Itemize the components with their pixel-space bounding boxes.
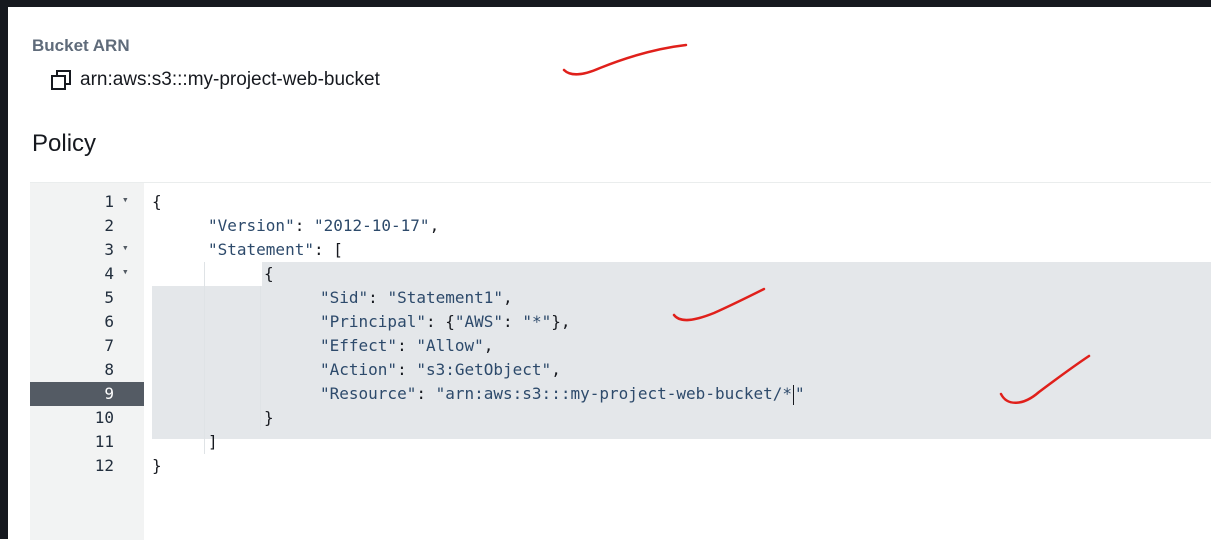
line-number-text: 3 <box>104 240 114 259</box>
json-string: "Statement1" <box>387 288 504 307</box>
json-key: "Version" <box>208 216 295 235</box>
json-punctuation: { <box>152 192 162 211</box>
json-punctuation: } <box>264 408 274 427</box>
json-key: "Sid" <box>320 288 369 307</box>
line-number-text: 10 <box>94 408 114 427</box>
copy-icon[interactable] <box>50 69 72 91</box>
json-key: "Principal" <box>320 312 426 331</box>
bucket-arn-value: arn:aws:s3:::my-project-web-bucket <box>80 69 380 90</box>
json-punctuation: : <box>368 288 388 307</box>
code-line[interactable]: } <box>264 408 274 432</box>
json-punctuation: : { <box>425 312 455 331</box>
json-punctuation: : <box>416 384 436 403</box>
fold-toggle-icon[interactable]: ▾ <box>122 241 129 254</box>
line-number: 1 ▾ <box>30 190 144 214</box>
line-number: 5 <box>30 286 144 310</box>
json-punctuation: , <box>503 288 513 307</box>
code-line[interactable]: "Effect": "Allow", <box>320 336 493 360</box>
line-number: 3 ▾ <box>30 238 144 262</box>
line-number: 11 <box>30 430 144 454</box>
json-punctuation: , <box>551 360 561 379</box>
bucket-arn-label: Bucket ARN <box>32 36 130 55</box>
json-string: "*" <box>522 312 552 331</box>
json-punctuation: }, <box>551 312 571 331</box>
json-punctuation: ] <box>208 432 218 451</box>
code-line[interactable]: ] <box>208 432 218 456</box>
window-top-border <box>0 0 1211 7</box>
json-punctuation: : <box>503 312 523 331</box>
line-number: 8 <box>30 358 144 382</box>
line-number: 9 <box>30 382 144 406</box>
line-number-text: 2 <box>104 216 114 235</box>
json-punctuation: , <box>429 216 440 235</box>
json-punctuation: : <box>397 336 417 355</box>
json-string: " <box>795 384 805 403</box>
json-key: "Statement" <box>208 240 314 259</box>
fold-toggle-icon[interactable]: ▾ <box>122 193 129 206</box>
line-number: 12 <box>30 454 144 478</box>
code-line[interactable]: "Resource": "arn:aws:s3:::my-project-web… <box>320 384 805 408</box>
code-line[interactable]: "Action": "s3:GetObject", <box>320 360 561 384</box>
code-line[interactable]: } <box>152 456 162 480</box>
line-number-text: 4 <box>104 264 114 283</box>
json-punctuation: : [ <box>313 240 343 259</box>
json-string: "2012-10-17" <box>313 216 430 235</box>
handwritten-checkmark-resource <box>999 354 1091 404</box>
json-punctuation: { <box>264 264 274 283</box>
line-number: 10 <box>30 406 144 430</box>
handwritten-checkmark-principal <box>672 287 766 322</box>
line-number-text: 7 <box>104 336 114 355</box>
editor-selection <box>262 262 1211 286</box>
json-string: "arn:aws:s3:::my-project-web-bucket/* <box>435 384 793 403</box>
json-punctuation: : <box>397 360 417 379</box>
line-number-text: 5 <box>104 288 114 307</box>
line-number-text: 9 <box>104 384 114 403</box>
code-line[interactable]: { <box>152 192 162 216</box>
line-number: 4 ▾ <box>30 262 144 286</box>
line-number-text: 1 <box>104 192 114 211</box>
code-line[interactable]: "Sid": "Statement1", <box>320 288 513 312</box>
json-key: "Action" <box>320 360 398 379</box>
policy-title: Policy <box>32 130 97 157</box>
line-number-text: 8 <box>104 360 114 379</box>
json-punctuation: } <box>152 456 162 475</box>
json-key: "Effect" <box>320 336 398 355</box>
bucket-arn-row: arn:aws:s3:::my-project-web-bucket <box>50 66 380 94</box>
json-key: "AWS" <box>454 312 504 331</box>
code-line[interactable]: "Version": "2012-10-17", <box>208 216 439 240</box>
line-number: 7 <box>30 334 144 358</box>
window-left-border <box>0 0 8 539</box>
line-number: 6 <box>30 310 144 334</box>
indent-guide <box>260 286 261 430</box>
fold-toggle-icon[interactable]: ▾ <box>122 265 129 278</box>
json-string: "Allow" <box>416 336 484 355</box>
code-line[interactable]: "Principal": {"AWS": "*"}, <box>320 312 570 336</box>
handwritten-checkmark-arn <box>562 43 688 76</box>
code-line[interactable]: { <box>264 264 274 288</box>
line-number-text: 12 <box>94 456 114 475</box>
json-key: "Resource" <box>320 384 417 403</box>
json-punctuation: : <box>294 216 314 235</box>
line-number-text: 6 <box>104 312 114 331</box>
text-cursor <box>793 384 795 405</box>
line-number: 2 <box>30 214 144 238</box>
json-punctuation: , <box>483 336 494 355</box>
code-line[interactable]: "Statement": [ <box>208 240 343 264</box>
json-string: "s3:GetObject" <box>416 360 552 379</box>
line-number-text: 11 <box>94 432 114 451</box>
indent-guide <box>204 262 205 454</box>
